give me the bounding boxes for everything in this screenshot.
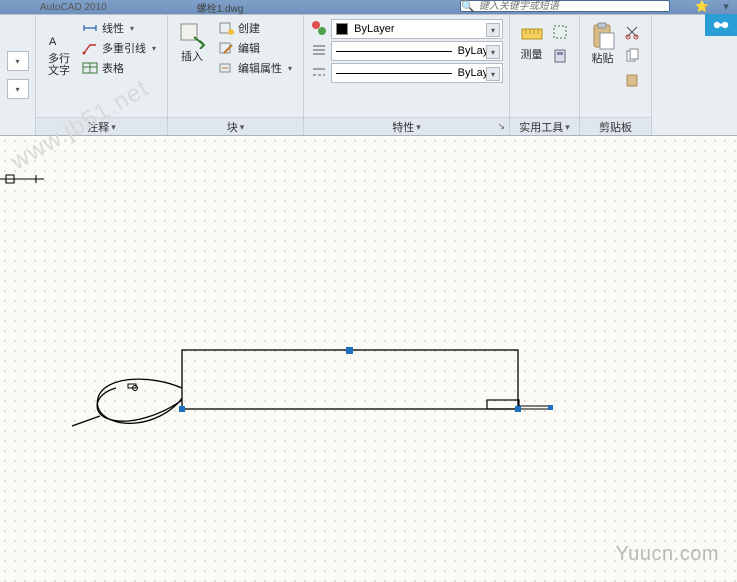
linear-dim-label: 线性 xyxy=(102,20,124,36)
copyclip-button[interactable] xyxy=(623,71,641,89)
linetype-combo[interactable]: ByLayer ▾ xyxy=(331,63,503,83)
panel-annotation-title[interactable]: 注释 xyxy=(36,117,167,135)
panel-block: 插入 创建 编辑 编辑属性 块 xyxy=(168,15,304,135)
drawing-svg xyxy=(0,136,737,582)
cut-button[interactable] xyxy=(623,23,641,41)
linetype-icon-button[interactable] xyxy=(310,63,327,81)
measure-button[interactable]: 测量 xyxy=(516,19,547,113)
mtext-icon: A xyxy=(46,21,72,51)
help-dropdown-icon[interactable]: ▾ xyxy=(715,0,737,12)
linear-dim-icon xyxy=(82,21,98,35)
panel-clipboard-title: 剪贴板 xyxy=(580,117,651,135)
search-input[interactable] xyxy=(475,1,669,12)
match-props-button[interactable] xyxy=(310,19,327,37)
measure-icon xyxy=(519,21,545,47)
mtext-button[interactable]: A 多行 文字 xyxy=(42,19,76,113)
lineweight-combo[interactable]: ByLayer ▾ xyxy=(331,41,503,61)
insert-button[interactable]: 插入 xyxy=(174,19,210,113)
copy-button[interactable] xyxy=(623,47,641,65)
table-label: 表格 xyxy=(102,60,124,76)
stub-dropdown-2[interactable]: ▾ xyxy=(7,79,29,99)
color-value: ByLayer xyxy=(354,23,394,35)
insert-icon xyxy=(178,21,206,49)
panel-utilities-title[interactable]: 实用工具 xyxy=(510,117,579,135)
mleader-button[interactable]: 多重引线 xyxy=(80,39,158,57)
color-combo[interactable]: ByLayer ▾ xyxy=(331,19,503,39)
infocenter-icons: ⭐ ▾ xyxy=(691,0,737,12)
clipboard-icon xyxy=(624,72,640,88)
select-all-button[interactable] xyxy=(551,23,569,41)
quickcalc-button[interactable] xyxy=(551,47,569,65)
paste-label: 粘贴 xyxy=(592,53,614,65)
mleader-label: 多重引线 xyxy=(102,40,146,56)
panel-annotation: A 多行 文字 线性 多重引线 表格 注释 xyxy=(36,15,168,135)
cut-icon xyxy=(624,24,640,40)
measure-label: 测量 xyxy=(521,49,543,61)
insert-label: 插入 xyxy=(181,51,203,63)
dropdown-arrow-icon: ▾ xyxy=(486,67,500,81)
create-block-button[interactable]: 创建 xyxy=(216,19,294,37)
edit-block-icon xyxy=(218,41,234,55)
lineweight-preview xyxy=(336,51,452,52)
table-button[interactable]: 表格 xyxy=(80,59,158,77)
panel-stub: ▾ ▾ xyxy=(0,15,36,135)
copy-icon xyxy=(624,48,640,64)
drawing-canvas[interactable]: www.jb51.net Yuucn.com xyxy=(0,136,737,582)
panel-block-title[interactable]: 块 xyxy=(168,117,303,135)
panel-clipboard: 粘贴 剪贴板 xyxy=(580,15,652,135)
edit-attr-label: 编辑属性 xyxy=(238,60,282,76)
create-block-label: 创建 xyxy=(238,20,260,36)
lineweight-icon-button[interactable] xyxy=(310,41,327,59)
search-icon: 🔍 xyxy=(461,0,475,13)
table-icon xyxy=(82,61,98,75)
edit-attr-icon xyxy=(218,61,234,75)
mtext-label: 多行 文字 xyxy=(48,53,70,77)
edit-block-label: 编辑 xyxy=(238,40,260,56)
linetype-preview xyxy=(336,73,452,74)
linear-dim-button[interactable]: 线性 xyxy=(80,19,158,37)
color-swatch xyxy=(336,23,348,35)
dropdown-arrow-icon: ▾ xyxy=(486,45,500,59)
search-box[interactable]: 🔍 xyxy=(460,0,670,12)
panel-utilities: 测量 实用工具 xyxy=(510,15,580,135)
match-props-icon xyxy=(311,20,327,36)
create-block-icon xyxy=(218,21,234,35)
paste-icon xyxy=(590,21,616,51)
ribbon: ▾ ▾ A 多行 文字 线性 多重引线 表格 xyxy=(0,14,737,136)
panel-properties-title[interactable]: 特性↘ xyxy=(304,117,509,135)
panel-properties: ByLayer ▾ ByLayer ▾ xyxy=(304,15,510,135)
mleader-icon xyxy=(82,41,98,55)
stub-dropdown-1[interactable]: ▾ xyxy=(7,51,29,71)
app-name: AutoCAD 2010 xyxy=(40,2,107,13)
dropdown-arrow-icon: ▾ xyxy=(486,23,500,37)
edit-block-button[interactable]: 编辑 xyxy=(216,39,294,57)
exchange-button[interactable] xyxy=(705,14,737,36)
dialog-launcher-icon[interactable]: ↘ xyxy=(497,121,505,132)
watermark: Yuucn.com xyxy=(616,543,719,566)
edit-attr-button[interactable]: 编辑属性 xyxy=(216,59,294,77)
svg-text:A: A xyxy=(49,36,57,48)
paste-button[interactable]: 粘贴 xyxy=(586,19,619,113)
star-icon[interactable]: ⭐ xyxy=(691,0,713,12)
file-name: 螺栓1.dwg xyxy=(197,0,244,15)
